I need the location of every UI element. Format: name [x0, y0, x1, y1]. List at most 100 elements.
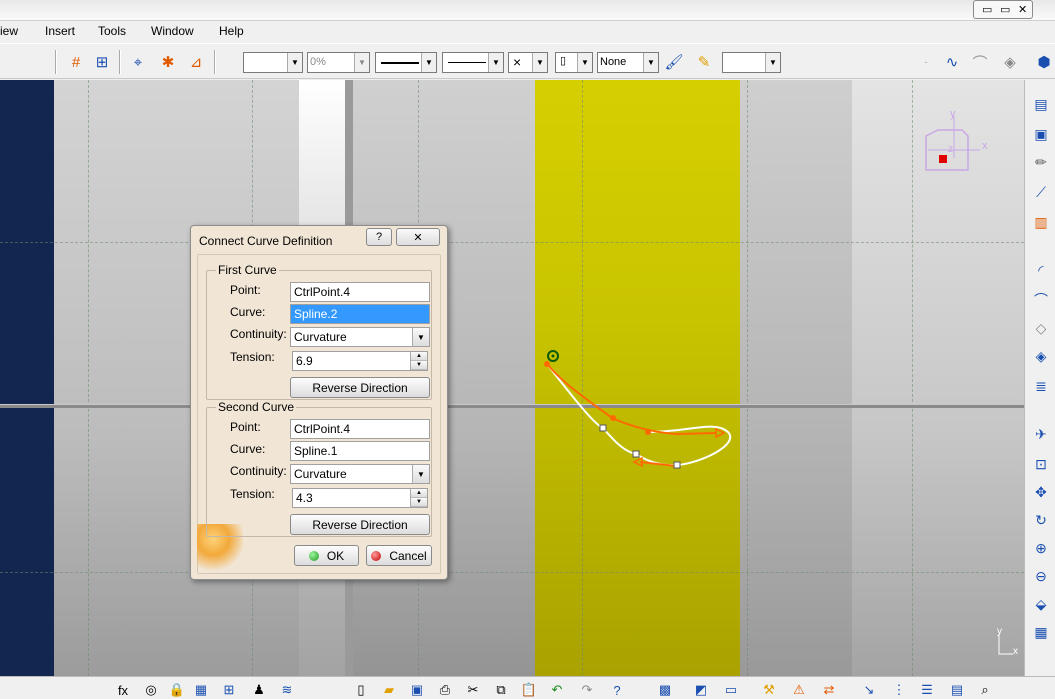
multi-view-icon[interactable]: ▦: [1031, 622, 1051, 642]
catalog-icon[interactable]: ≋: [278, 681, 296, 699]
arrow-down-icon[interactable]: ▼: [411, 498, 427, 507]
knowledge-icon[interactable]: ⊞: [220, 681, 238, 699]
law-icon[interactable]: ◎: [142, 681, 160, 699]
line-type-combo[interactable]: ▼: [442, 52, 504, 73]
dimension-constraint-icon[interactable]: ⊿: [186, 52, 206, 72]
pencil-icon[interactable]: ✏: [1031, 152, 1051, 172]
line-type-preview: [448, 62, 486, 63]
sketch-icon[interactable]: ▤: [1031, 94, 1051, 114]
menu-window[interactable]: Window: [151, 24, 194, 38]
compass[interactable]: y x z: [918, 108, 998, 178]
help-button[interactable]: ?: [366, 228, 392, 246]
copy-icon[interactable]: ⧉: [492, 681, 510, 699]
redo-icon[interactable]: ↷: [578, 681, 596, 699]
close-icon[interactable]: ✕: [1018, 3, 1027, 16]
construction-icon[interactable]: ⌖: [128, 52, 148, 72]
line-thickness-combo[interactable]: ▼: [375, 52, 437, 73]
zoom-in-icon[interactable]: ⊕: [1031, 538, 1051, 558]
second-point-field[interactable]: CtrlPoint.4: [290, 419, 430, 439]
layers-icon[interactable]: ≣: [1031, 376, 1051, 396]
arrow-up-icon[interactable]: ▲: [411, 352, 427, 361]
minimize-icon[interactable]: ▭: [982, 3, 992, 16]
whats-this-icon[interactable]: ?: [608, 681, 626, 699]
second-tension-spinner[interactable]: 4.3 ▲ ▼: [292, 488, 428, 508]
curve-icon[interactable]: ⌒: [1031, 290, 1051, 310]
tension-vector-first: [546, 363, 677, 435]
connect-icon[interactable]: ⌒: [970, 52, 990, 72]
open-icon[interactable]: ▰: [380, 681, 398, 699]
arc-icon[interactable]: ◜: [1031, 260, 1051, 280]
arrow-up-icon[interactable]: ▲: [411, 489, 427, 498]
layer-combo[interactable]: None ▼: [597, 52, 659, 73]
last-combo[interactable]: ▼: [722, 52, 781, 73]
geometric-constraint-icon[interactable]: ✱: [158, 52, 178, 72]
scan-icon[interactable]: ♟: [250, 681, 268, 699]
render-style-combo[interactable]: ▯ ▼: [555, 52, 593, 73]
menu-insert[interactable]: Insert: [45, 24, 75, 38]
hide-icon[interactable]: ⚠: [790, 681, 808, 699]
tools-icon[interactable]: ⚒: [760, 681, 778, 699]
swap-icon[interactable]: ⇄: [820, 681, 838, 699]
lock-icon[interactable]: 🔒: [168, 681, 186, 699]
undo-icon[interactable]: ↶: [548, 681, 566, 699]
first-tension-spinner[interactable]: 6.9 ▲ ▼: [292, 351, 428, 371]
point-type-combo[interactable]: × ▼: [508, 52, 548, 73]
point-icon[interactable]: ·: [916, 52, 936, 72]
render-icon[interactable]: ◩: [692, 681, 710, 699]
second-curve-field[interactable]: Spline.1: [290, 441, 430, 461]
eraser-icon[interactable]: ◈: [1000, 52, 1020, 72]
fly-icon[interactable]: ✈: [1031, 424, 1051, 444]
arrow-down-icon[interactable]: ▼: [411, 361, 427, 370]
tree-icon[interactable]: ⋮: [890, 681, 908, 699]
table-icon[interactable]: ▦: [192, 681, 210, 699]
measure-icon[interactable]: ◈: [1031, 346, 1051, 366]
grid-icon[interactable]: #: [66, 52, 86, 72]
spline-icon[interactable]: ∿: [942, 52, 962, 72]
properties-icon[interactable]: ✎: [694, 52, 714, 72]
transparency-combo[interactable]: 0% ▼: [307, 52, 370, 73]
new-icon[interactable]: ▯: [352, 681, 370, 699]
profile-icon[interactable]: ▣: [1031, 124, 1051, 144]
first-point-label: Point:: [230, 283, 261, 297]
first-curve-field[interactable]: Spline.2: [290, 304, 430, 324]
second-reverse-direction-button[interactable]: Reverse Direction: [290, 514, 430, 535]
search-icon[interactable]: ⌕: [976, 681, 994, 699]
snap-grid-icon[interactable]: ⊞: [92, 52, 112, 72]
part-icon[interactable]: ⬢: [1034, 52, 1054, 72]
measure-icon[interactable]: ↘: [860, 681, 878, 699]
formula-icon[interactable]: fx: [114, 681, 132, 699]
first-reverse-direction-button[interactable]: Reverse Direction: [290, 377, 430, 398]
cancel-button[interactable]: Cancel: [366, 545, 432, 566]
3d-viewport[interactable]: y x z y x: [0, 80, 1024, 676]
transform-icon[interactable]: ⟋: [1031, 182, 1051, 202]
close-button[interactable]: ✕: [396, 228, 440, 246]
normal-view-icon[interactable]: ⬙: [1031, 594, 1051, 614]
rotate-icon[interactable]: ↻: [1031, 510, 1051, 530]
eraser-icon[interactable]: ◇: [1031, 318, 1051, 338]
constraint-icon[interactable]: ▥: [1031, 212, 1051, 232]
save-icon[interactable]: ▣: [408, 681, 426, 699]
display-icon[interactable]: ▭: [722, 681, 740, 699]
paste-icon[interactable]: 📋: [520, 681, 538, 699]
menu-help[interactable]: Help: [219, 24, 244, 38]
fit-all-icon[interactable]: ⊡: [1031, 454, 1051, 474]
restore-icon[interactable]: ▭: [1000, 3, 1010, 16]
zoom-out-icon[interactable]: ⊖: [1031, 566, 1051, 586]
ok-button[interactable]: OK: [294, 545, 359, 566]
menu-view[interactable]: iew: [0, 24, 18, 38]
right-toolbar: ▤ ▣ ✏ ⟋ ▥ ◜ ⌒ ◇ ◈ ≣ ✈ ⊡ ✥ ↻ ⊕ ⊖ ⬙ ▦: [1024, 80, 1055, 676]
first-continuity-select[interactable]: Curvature ▼: [290, 327, 430, 347]
spec-icon[interactable]: ☰: [918, 681, 936, 699]
painter-icon[interactable]: 🖌: [664, 52, 684, 72]
second-continuity-select[interactable]: Curvature ▼: [290, 464, 430, 484]
geometry-icon[interactable]: ▤: [948, 681, 966, 699]
curve-canvas[interactable]: [0, 80, 1024, 676]
analysis-icon[interactable]: ▩: [656, 681, 674, 699]
first-point-field[interactable]: CtrlPoint.4: [290, 282, 430, 302]
print-icon[interactable]: ⎙: [436, 681, 454, 699]
color-combo[interactable]: ▼: [243, 52, 303, 73]
menu-tools[interactable]: Tools: [98, 24, 126, 38]
pan-icon[interactable]: ✥: [1031, 482, 1051, 502]
cut-icon[interactable]: ✂: [464, 681, 482, 699]
control-point: [599, 424, 607, 432]
